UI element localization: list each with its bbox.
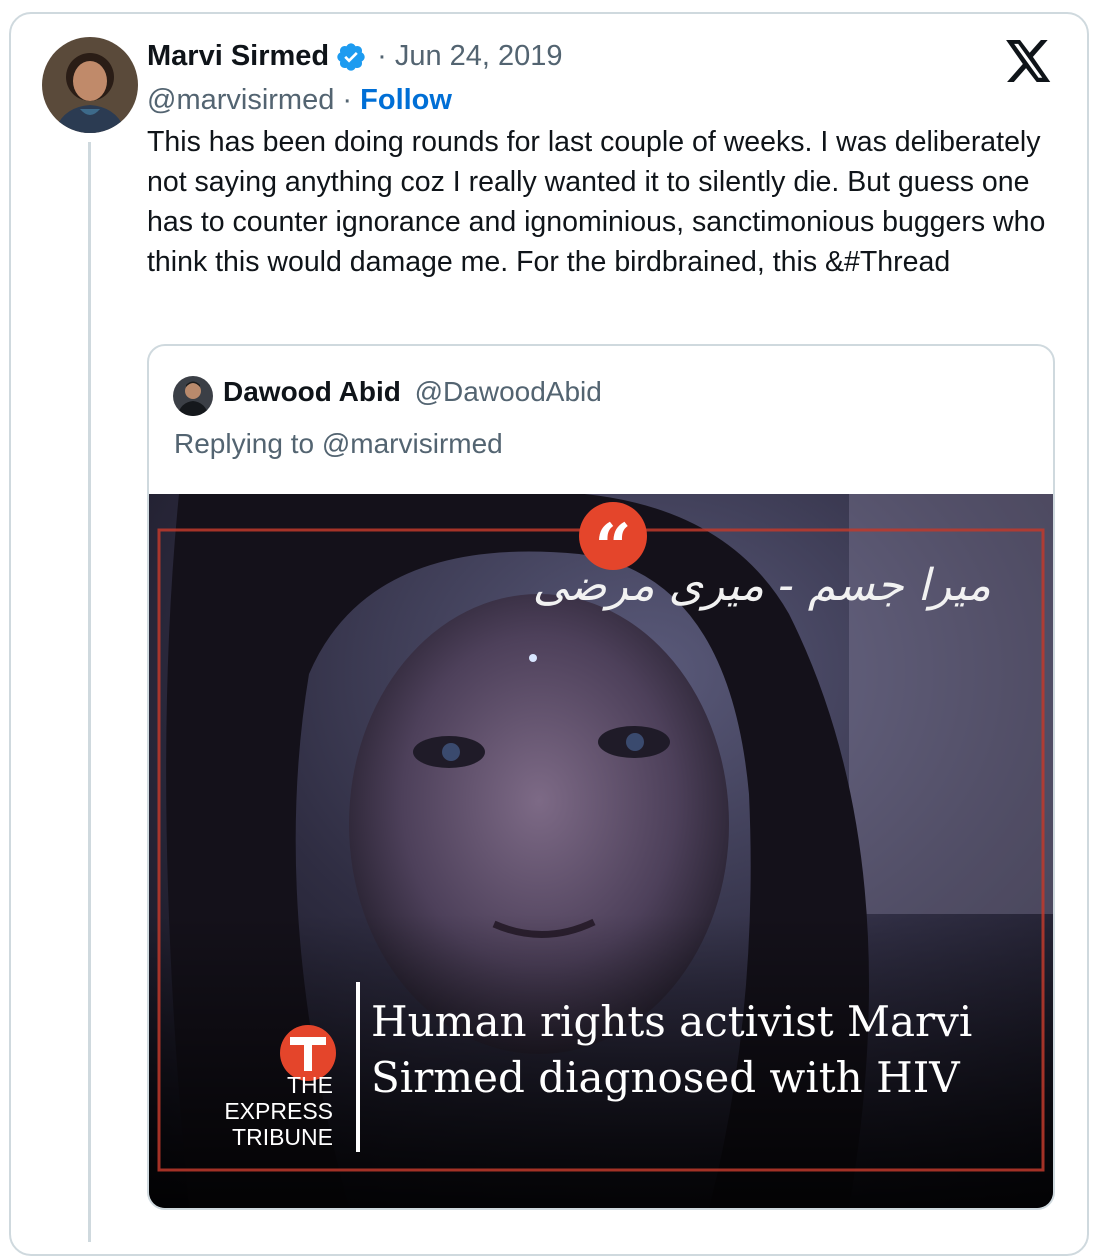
author-name[interactable]: Marvi Sirmed: [147, 40, 329, 73]
follow-button[interactable]: Follow: [360, 84, 452, 116]
tweet-date[interactable]: Jun 24, 2019: [395, 40, 563, 73]
quoted-author-name[interactable]: Dawood Abid: [223, 376, 401, 407]
verified-badge-icon: [335, 41, 367, 73]
urdu-caption: میرا جسم - میری مرضی: [532, 560, 991, 611]
publisher-name: THE EXPRESS TRIBUNE: [224, 1072, 333, 1150]
thread-line: [88, 142, 91, 1242]
x-logo-icon[interactable]: [1006, 40, 1052, 82]
quoted-author-row: Dawood Abid @DawoodAbid: [223, 376, 602, 408]
image-headline: Human rights activist Marvi Sirmed diagn…: [371, 997, 973, 1102]
author-handle[interactable]: @marvisirmed: [147, 84, 334, 116]
quoted-author-avatar[interactable]: [173, 376, 213, 416]
separator-dot: ·: [377, 40, 387, 72]
tweet-text: This has been doing rounds for last coup…: [147, 126, 1046, 278]
author-avatar[interactable]: [42, 37, 138, 133]
quoted-tweet[interactable]: Dawood Abid @DawoodAbid Replying to @mar…: [147, 344, 1055, 1210]
handle-row: @marvisirmed · Follow: [147, 84, 452, 117]
author-row: Marvi Sirmed · Jun 24, 2019: [147, 40, 563, 73]
replying-to: Replying to @marvisirmed: [174, 428, 503, 459]
quoted-media-image[interactable]: “ میرا جسم - میری مرضی THE EXPRESS TRIBU…: [149, 494, 1053, 1208]
quoted-author-handle[interactable]: @DawoodAbid: [415, 376, 602, 407]
separator-dot: ·: [342, 84, 353, 116]
headline-divider: [356, 982, 360, 1152]
